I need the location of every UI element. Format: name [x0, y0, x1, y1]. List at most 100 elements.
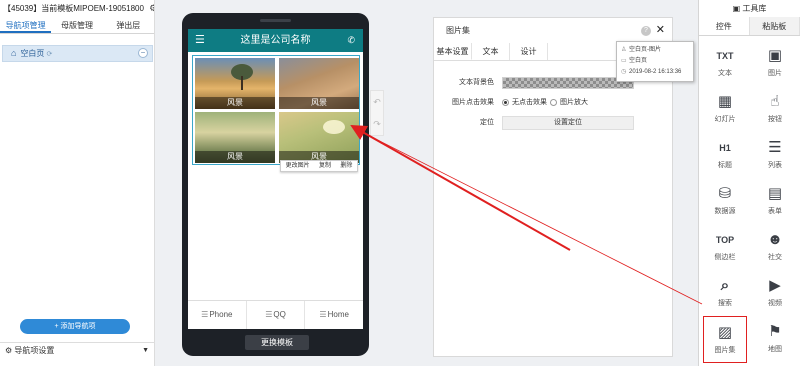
gear-icon[interactable]: ⚙: [149, 0, 154, 17]
tool-label: 表单: [768, 208, 782, 215]
bg-color-label: 文本背景色: [459, 79, 494, 86]
left-tabs: 导航项管理 母版管理 弹出层: [0, 17, 154, 34]
component-tooltip: ♙ 空白页-图片 ▭ 空白页 ◷ 2019-08-2 16:13:36: [616, 41, 694, 82]
gallery-tile[interactable]: 风景: [195, 58, 275, 109]
bottom-nav-label: Phone: [209, 310, 233, 319]
button-icon: ☝: [770, 93, 780, 110]
left-panel: 【45039】当前模板MIPOEM-19051800 ⚙ 导航项管理 母版管理 …: [0, 0, 155, 366]
toolbox: ▣ 工具库 控件 粘贴板 TXT 文本 ▣ 图片 ▦ 幻灯片 ☝ 按钮 H1 标题 ☰ 列表 ⛁ 数据源 ▤…: [698, 0, 800, 366]
tool-heading[interactable]: H1 标题: [703, 132, 747, 179]
gallery-tile[interactable]: 风景: [195, 112, 275, 163]
menu-icon: ☰: [201, 310, 209, 319]
gallery-tile[interactable]: 风景: [279, 112, 359, 163]
click-effect-label: 图片点击效果: [452, 99, 494, 106]
set-position-button[interactable]: 设置定位: [502, 116, 634, 130]
phone-speaker: [260, 19, 291, 22]
position-label: 定位: [480, 119, 494, 126]
tab-nav-items[interactable]: 导航项管理: [0, 17, 52, 33]
phone-icon[interactable]: ✆: [347, 29, 355, 52]
template-title-bar: 【45039】当前模板MIPOEM-19051800 ⚙: [0, 0, 154, 17]
add-nav-item-button[interactable]: + 添加导航项: [20, 319, 130, 334]
refresh-icon[interactable]: ⟳: [46, 51, 52, 58]
caret-down-icon[interactable]: ▼: [142, 343, 149, 359]
image-icon: ▣: [767, 47, 783, 64]
tile-caption: 风景: [279, 97, 359, 109]
tool-sidebar-top[interactable]: TOP 侧边栏: [703, 224, 747, 271]
sun-glow: [323, 120, 345, 134]
clock-icon: ◷: [621, 69, 627, 75]
tool-label: 数据源: [714, 208, 736, 215]
video-icon: ▶: [769, 277, 781, 294]
bottom-nav-label: QQ: [273, 310, 286, 319]
tab-basic[interactable]: 基本设置: [434, 43, 472, 60]
change-template-button[interactable]: 更换模板: [245, 335, 309, 350]
collapse-icon[interactable]: −: [138, 48, 148, 58]
tool-video[interactable]: ▶ 视频: [753, 270, 797, 317]
slideshow-icon: ▦: [717, 93, 733, 110]
gallery-icon: ▨: [717, 324, 733, 341]
menu-icon: ☰: [265, 310, 273, 319]
tool-map[interactable]: ⚑ 地图: [753, 316, 797, 363]
page-icon: ▭: [621, 58, 627, 64]
close-icon[interactable]: ✕: [656, 18, 665, 43]
tile-caption: 风景: [195, 151, 275, 163]
tooltip-line: ▭ 空白页: [621, 56, 689, 67]
bottom-nav-phone[interactable]: ☰Phone: [188, 301, 247, 329]
tab-text[interactable]: 文本: [472, 43, 510, 60]
tab-master[interactable]: 母版管理: [51, 17, 102, 33]
radio-zoom[interactable]: [550, 99, 557, 106]
redo-icon[interactable]: ↷: [371, 113, 383, 135]
copy-option[interactable]: 复制: [319, 161, 331, 171]
undo-icon[interactable]: ↶: [371, 91, 383, 113]
nav-item-blank-page[interactable]: ⌂ 空白页 ⟳ −: [2, 45, 153, 62]
tool-gallery[interactable]: ▨ 图片集: [703, 316, 747, 363]
tab-controls[interactable]: 控件: [699, 17, 750, 35]
tool-label: 图片集: [714, 347, 736, 354]
tool-social[interactable]: ☻ 社交: [753, 224, 797, 271]
tool-text[interactable]: TXT 文本: [703, 40, 747, 87]
delete-option[interactable]: 删除: [340, 161, 352, 171]
tool-label: 搜索: [718, 300, 732, 307]
tool-form[interactable]: ▤ 表单: [753, 178, 797, 225]
radio-no-effect[interactable]: [502, 99, 509, 106]
radio-no-effect-label: 无点击效果: [512, 99, 547, 106]
menu-icon[interactable]: ☰: [195, 29, 205, 52]
company-name[interactable]: 这里是公司名称: [241, 35, 311, 46]
tool-label: 视频: [768, 300, 782, 307]
nav-item-label: 空白页: [20, 49, 45, 58]
bottom-nav-qq[interactable]: ☰QQ: [247, 301, 306, 329]
change-image-option[interactable]: 更改图片: [286, 161, 310, 171]
sidebar-top-icon: TOP: [715, 235, 735, 245]
app-bar: ☰ 这里是公司名称 ✆: [188, 29, 363, 52]
tree-trunk: [241, 76, 243, 90]
undo-redo-bar: ↶ ↷: [370, 90, 384, 136]
nav-settings[interactable]: ⚙ 导航项设置 ▼: [0, 342, 155, 358]
map-icon: ⚑: [768, 323, 782, 340]
bg-color-picker[interactable]: [502, 77, 634, 89]
image-context-menu: 更改图片 复制 删除: [280, 160, 358, 172]
database-icon: ⛁: [718, 185, 732, 202]
tab-popup[interactable]: 弹出层: [103, 17, 154, 33]
home-icon: ⌂: [11, 48, 17, 58]
tool-database[interactable]: ⛁ 数据源: [703, 178, 747, 225]
property-panel-title: 图片集: [446, 26, 470, 35]
bottom-nav: ☰Phone ☰QQ ☰Home: [188, 300, 363, 329]
gallery-tile[interactable]: 风景: [279, 58, 359, 109]
social-icon: ☻: [767, 231, 783, 248]
tool-button[interactable]: ☝ 按钮: [753, 86, 797, 133]
tab-clipboard[interactable]: 粘贴板: [749, 17, 800, 35]
tool-search[interactable]: ⌕ 搜索: [703, 270, 747, 317]
tool-image[interactable]: ▣ 图片: [753, 40, 797, 87]
help-icon[interactable]: ?: [641, 26, 651, 36]
bottom-nav-home[interactable]: ☰Home: [305, 301, 363, 329]
search-icon: ⌕: [720, 277, 730, 294]
tool-list[interactable]: ☰ 列表: [753, 132, 797, 179]
text-icon: TXT: [716, 51, 734, 61]
radio-zoom-label: 图片放大: [560, 99, 588, 106]
toolbox-title: ▣ 工具库: [699, 0, 800, 17]
heading-icon: H1: [719, 143, 731, 153]
image-gallery[interactable]: 风景 风景 风景 风景: [192, 55, 360, 165]
toolbox-tabs: 控件 粘贴板: [699, 17, 800, 36]
tab-design[interactable]: 设计: [510, 43, 548, 60]
tool-slideshow[interactable]: ▦ 幻灯片: [703, 86, 747, 133]
